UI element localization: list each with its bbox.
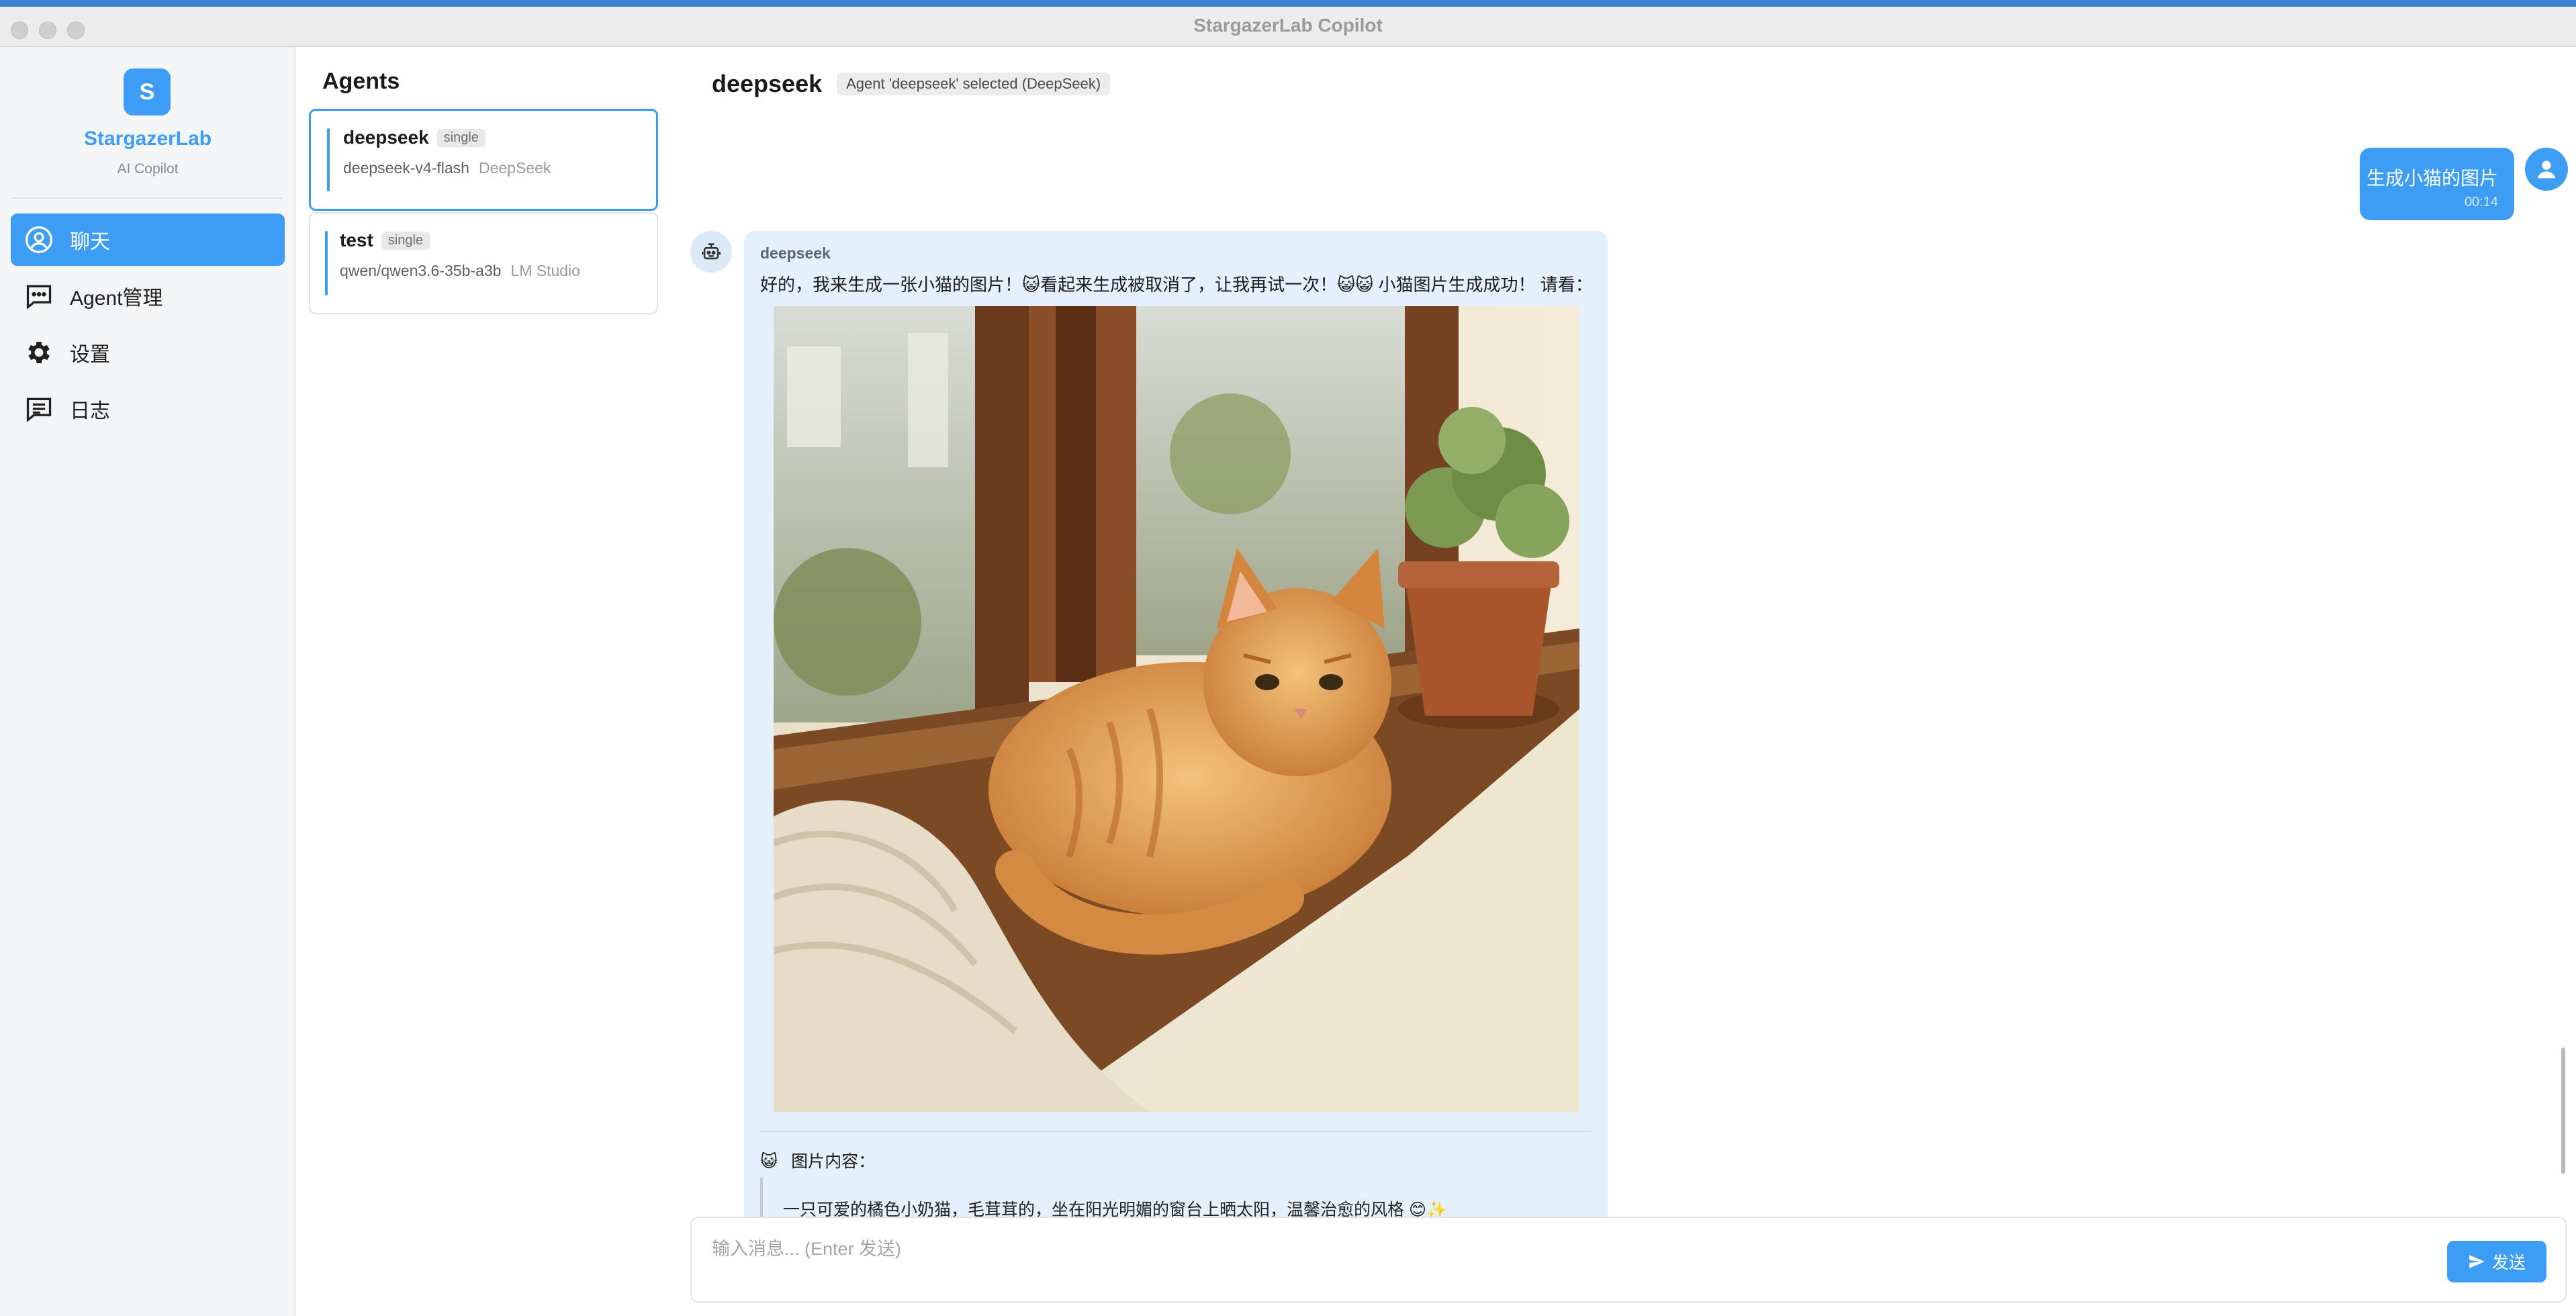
chat-header: deepseek Agent 'deepseek' selected (Deep… (712, 70, 1111, 98)
image-content-heading: 😺 图片内容： (760, 1148, 875, 1172)
assistant-message-text: 好的，我来生成一张小猫的图片！😺看起来生成被取消了，让我再试一次！😺😺 小猫图片… (760, 275, 1593, 295)
sidebar-item-label: Agent管理 (70, 287, 163, 310)
agent-type-badge: single (381, 232, 430, 250)
sidebar-item-label: 聊天 (70, 231, 110, 253)
brand-subtitle: AI Copilot (117, 161, 179, 177)
gear-icon (24, 338, 54, 367)
log-message-icon (24, 394, 54, 424)
chat-person-icon (24, 225, 54, 254)
sidebar-nav: 聊天 Agent管理 设置 日志 (11, 214, 285, 439)
bot-avatar (690, 231, 732, 273)
agent-card-test[interactable]: test single qwen/qwen3.6-35b-a3b LM Studio (309, 212, 658, 314)
agent-provider: LM Studio (510, 262, 580, 279)
sidebar-item-logs[interactable]: 日志 (11, 383, 285, 435)
message-composer: 发送 (690, 1217, 2567, 1303)
send-icon (2469, 1255, 2485, 1268)
sidebar-item-label: 日志 (70, 400, 110, 422)
agent-model: deepseek-v4-flash (343, 159, 469, 177)
sidebar-divider (12, 197, 282, 199)
sidebar-item-label: 设置 (70, 344, 110, 366)
agents-title: Agents (322, 68, 400, 94)
chat-scrollbar-thumb[interactable] (2561, 1047, 2565, 1174)
sidebar-item-agent-management[interactable]: Agent管理 (11, 270, 285, 322)
sidebar-item-chat[interactable]: 聊天 (11, 214, 285, 266)
agent-name: test (340, 230, 373, 250)
agent-name-row: test single (340, 230, 430, 251)
window-title: StargazerLab Copilot (1193, 15, 1383, 36)
user-message-time: 00:14 (2464, 195, 2498, 209)
user-message-text: 生成小猫的图片 (2366, 168, 2498, 189)
agent-name: deepseek (343, 127, 429, 148)
message-input[interactable] (712, 1235, 2458, 1262)
agent-model-row: deepseek-v4-flash DeepSeek (343, 159, 551, 177)
chat-main: deepseek Agent 'deepseek' selected (Deep… (672, 47, 2576, 1316)
assistant-message-bubble: deepseek 好的，我来生成一张小猫的图片！😺看起来生成被取消了，让我再试一… (744, 231, 1608, 1256)
sidebar: S StargazerLab AI Copilot 聊天 Agent管理 设置 (0, 47, 295, 1316)
agent-model-row: qwen/qwen3.6-35b-a3b LM Studio (340, 262, 580, 280)
sidebar-item-settings[interactable]: 设置 (11, 326, 285, 379)
agent-name-row: deepseek single (343, 127, 486, 148)
agent-type-badge: single (436, 129, 486, 147)
agents-panel: Agents deepseek single deepseek-v4-flash D… (295, 47, 672, 1316)
cat-image-drawing (774, 306, 1579, 1112)
user-avatar-icon (2537, 160, 2556, 179)
brand-name: StargazerLab (83, 128, 212, 150)
user-message-bubble: 生成小猫的图片 00:14 (2360, 148, 2514, 220)
agent-model: qwen/qwen3.6-35b-a3b (340, 262, 502, 279)
message-divider (760, 1131, 1592, 1132)
agent-accent-bar (327, 128, 330, 191)
send-button-label: 发送 (2491, 1254, 2526, 1272)
generated-cat-image[interactable] (774, 306, 1579, 1112)
assistant-sender: deepseek (760, 244, 831, 262)
image-content-heading-text: 图片内容： (791, 1152, 876, 1171)
agent-accent-bar (325, 231, 328, 295)
cat-emoji-icon: 😺 (760, 1152, 778, 1171)
status-badge: Agent 'deepseek' selected (DeepSeek) (837, 73, 1111, 95)
agent-provider: DeepSeek (478, 159, 551, 177)
message-square-icon (24, 281, 54, 311)
send-button[interactable]: 发送 (2447, 1241, 2546, 1282)
app-logo: S (124, 68, 171, 115)
user-avatar (2525, 148, 2568, 191)
chat-title: deepseek (712, 70, 823, 97)
robot-icon (701, 243, 721, 260)
window-titlebar: StargazerLab Copilot (0, 0, 2576, 47)
agent-card-deepseek[interactable]: deepseek single deepseek-v4-flash DeepSeek (309, 109, 658, 211)
